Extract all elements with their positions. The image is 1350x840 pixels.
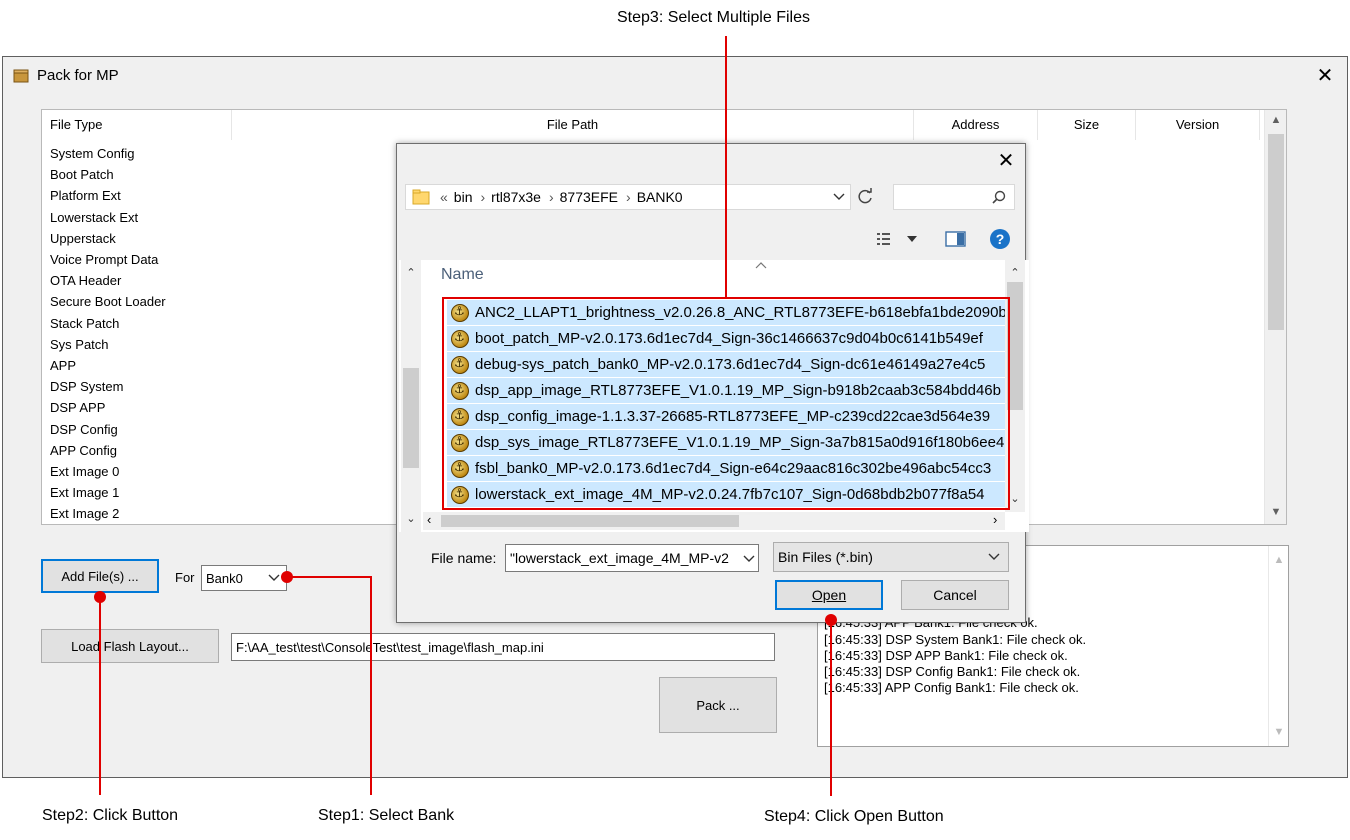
breadcrumb[interactable]: « bin › rtl87x3e › 8773EFE › BANK0 bbox=[405, 184, 851, 210]
table-row[interactable]: APP Config bbox=[50, 443, 117, 458]
table-scrollbar[interactable]: ▲ ▼ bbox=[1264, 110, 1286, 524]
flash-layout-path-field[interactable]: F:\AA_test\test\ConsoleTest\test_image\f… bbox=[231, 633, 775, 661]
chevron-down-icon[interactable] bbox=[833, 193, 845, 201]
file-type-filter-value: Bin Files (*.bin) bbox=[778, 549, 873, 565]
selection-highlight bbox=[442, 297, 1010, 510]
step4-line bbox=[830, 620, 832, 796]
column-header-file-type[interactable]: File Type bbox=[42, 110, 232, 140]
close-icon[interactable]: ✕ bbox=[1313, 63, 1337, 88]
load-flash-layout-button[interactable]: Load Flash Layout... bbox=[41, 629, 219, 663]
list-scrollbar-horizontal[interactable]: ‹ › bbox=[423, 512, 1005, 530]
table-row[interactable]: Platform Ext bbox=[50, 188, 121, 203]
scroll-thumb[interactable] bbox=[403, 368, 419, 468]
scroll-up-icon[interactable]: ▲ bbox=[1265, 114, 1286, 126]
step2-line bbox=[99, 597, 101, 795]
scroll-right-icon[interactable]: › bbox=[993, 512, 997, 527]
chevron-down-icon bbox=[268, 574, 280, 581]
breadcrumb-separator: › bbox=[626, 189, 631, 205]
for-label: For bbox=[175, 570, 195, 585]
column-header-version[interactable]: Version bbox=[1136, 110, 1260, 140]
scroll-up-icon[interactable]: ▲ bbox=[1269, 554, 1288, 566]
table-row[interactable]: Ext Image 0 bbox=[50, 464, 119, 479]
view-details-icon[interactable] bbox=[877, 232, 899, 246]
log-line: [16:45:33] DSP System Bank1: File check … bbox=[824, 631, 1087, 647]
search-icon bbox=[992, 190, 1006, 204]
step1-line-vertical bbox=[370, 576, 372, 795]
table-row[interactable]: Ext Image 1 bbox=[50, 485, 119, 500]
log-line: [16:45:33] DSP APP Bank1: File check ok. bbox=[824, 647, 1068, 663]
scroll-left-icon[interactable]: ‹ bbox=[427, 512, 431, 527]
scroll-thumb[interactable] bbox=[441, 515, 739, 527]
window-title: Pack for MP bbox=[37, 67, 119, 84]
pack-button[interactable]: Pack ... bbox=[659, 677, 777, 733]
column-header-address[interactable]: Address bbox=[914, 110, 1038, 140]
table-row[interactable]: Boot Patch bbox=[50, 167, 114, 182]
package-icon bbox=[13, 69, 29, 83]
step1-line-horizontal bbox=[287, 576, 371, 578]
table-row[interactable]: DSP System bbox=[50, 379, 123, 394]
file-type-filter[interactable]: Bin Files (*.bin) bbox=[773, 542, 1009, 572]
scroll-thumb[interactable] bbox=[1268, 134, 1284, 330]
refresh-icon[interactable] bbox=[857, 188, 875, 206]
step3-line bbox=[725, 36, 727, 298]
breadcrumb-separator: › bbox=[480, 189, 486, 205]
table-row[interactable]: Stack Patch bbox=[50, 316, 119, 331]
table-row[interactable]: Voice Prompt Data bbox=[50, 252, 158, 267]
column-header-name[interactable]: Name bbox=[441, 266, 484, 284]
table-row[interactable]: System Config bbox=[50, 146, 135, 161]
chevron-down-icon[interactable] bbox=[743, 555, 755, 563]
scroll-down-icon[interactable]: ⌄ bbox=[401, 512, 421, 525]
chevron-down-icon bbox=[988, 553, 1000, 560]
cancel-button[interactable]: Cancel bbox=[901, 580, 1009, 610]
sort-ascending-icon bbox=[755, 262, 767, 269]
open-button[interactable]: Open bbox=[775, 580, 883, 610]
table-row[interactable]: Sys Patch bbox=[50, 337, 109, 352]
table-row[interactable]: Lowerstack Ext bbox=[50, 210, 138, 225]
step1-label: Step1: Select Bank bbox=[318, 807, 455, 824]
table-row[interactable]: DSP Config bbox=[50, 422, 118, 437]
step2-label: Step2: Click Button bbox=[42, 807, 179, 824]
scroll-down-icon[interactable]: ▼ bbox=[1265, 506, 1286, 518]
column-header-size[interactable]: Size bbox=[1038, 110, 1136, 140]
svg-text:?: ? bbox=[996, 231, 1005, 247]
chevron-down-icon[interactable] bbox=[907, 236, 917, 242]
list-scrollbar-left[interactable]: ⌃ ⌄ bbox=[401, 260, 421, 532]
step4-label: Step4: Click Open Button bbox=[764, 808, 944, 825]
bank-select-value: Bank0 bbox=[206, 570, 243, 586]
breadcrumb-rtl87x3e[interactable]: rtl87x3e bbox=[491, 189, 541, 205]
log-line: [16:45:33] DSP Config Bank1: File check … bbox=[824, 664, 1081, 680]
table-row[interactable]: Secure Boot Loader bbox=[50, 294, 166, 309]
search-input[interactable] bbox=[893, 184, 1015, 210]
scroll-up-icon[interactable]: ⌃ bbox=[401, 266, 421, 279]
folder-icon bbox=[412, 189, 430, 205]
table-row[interactable]: DSP APP bbox=[50, 400, 105, 415]
breadcrumb-bank0[interactable]: BANK0 bbox=[637, 189, 683, 205]
add-files-button[interactable]: Add File(s) ... bbox=[41, 559, 159, 593]
table-row[interactable]: Upperstack bbox=[50, 231, 116, 246]
step3-label: Step3: Select Multiple Files bbox=[617, 9, 810, 26]
column-header-file-path[interactable]: File Path bbox=[232, 110, 914, 140]
help-icon[interactable]: ? bbox=[989, 228, 1011, 250]
breadcrumb-8773efe[interactable]: 8773EFE bbox=[560, 189, 618, 205]
log-line: [16:45:33] APP Config Bank1: File check … bbox=[824, 680, 1079, 696]
breadcrumb-separator: › bbox=[548, 189, 554, 205]
breadcrumb-overflow[interactable]: « bbox=[440, 189, 448, 205]
file-name-input[interactable]: "lowerstack_ext_image_4M_MP-v2 bbox=[505, 544, 759, 572]
table-row[interactable]: APP bbox=[50, 358, 76, 373]
scroll-up-icon[interactable]: ⌃ bbox=[1005, 266, 1025, 279]
log-scrollbar[interactable]: ▲ ▼ bbox=[1268, 546, 1288, 746]
scroll-down-icon[interactable]: ▼ bbox=[1269, 726, 1288, 738]
preview-pane-icon[interactable] bbox=[945, 230, 967, 248]
breadcrumb-bin[interactable]: bin bbox=[454, 189, 473, 205]
table-row[interactable]: Ext Image 2 bbox=[50, 506, 119, 521]
table-row[interactable]: OTA Header bbox=[50, 273, 121, 288]
file-name-label: File name: bbox=[431, 550, 497, 566]
bank-select[interactable]: Bank0 bbox=[201, 565, 287, 591]
dialog-close-icon[interactable]: ✕ bbox=[995, 148, 1017, 173]
